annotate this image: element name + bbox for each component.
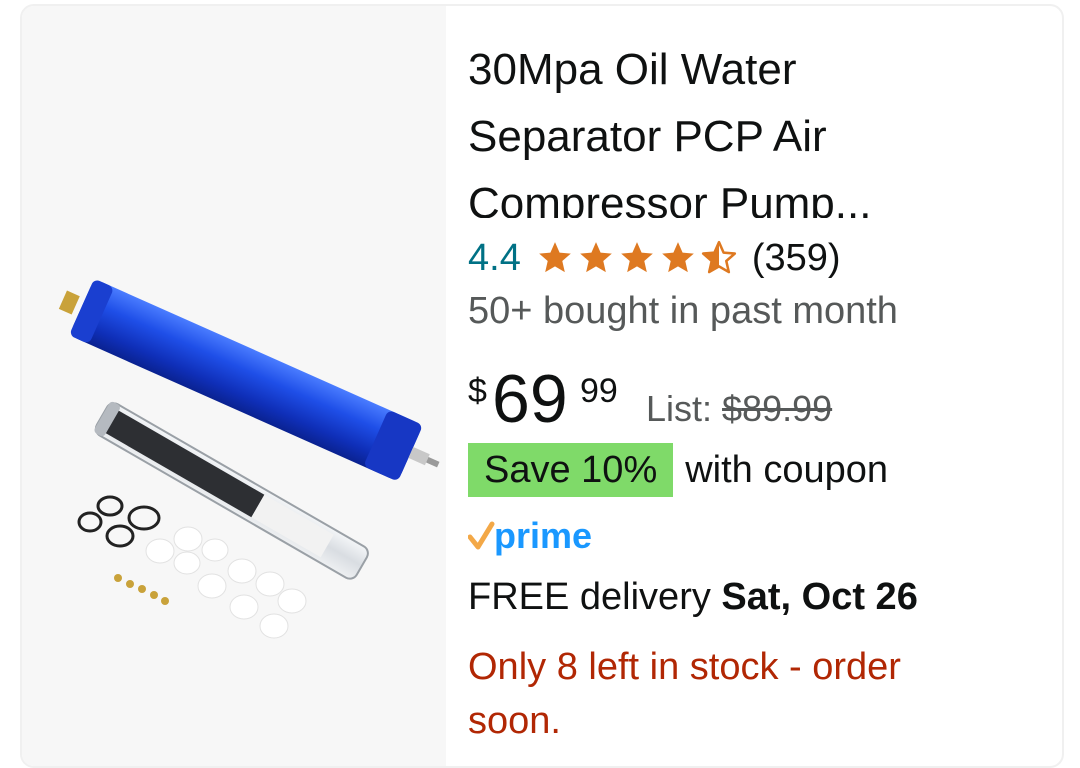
- price-whole: 69: [492, 361, 568, 437]
- star-icon: [538, 242, 571, 273]
- rating-value[interactable]: 4.4: [468, 237, 521, 280]
- prime-badge: prime: [467, 514, 618, 560]
- product-photo: [58, 280, 440, 639]
- half-star-icon: [701, 240, 736, 274]
- product-image[interactable]: [22, 6, 446, 766]
- list-price-value: $89.99: [722, 388, 833, 429]
- list-price-label: List:: [646, 388, 723, 429]
- delivery-prefix: FREE delivery: [468, 576, 722, 618]
- star-icon: [579, 242, 612, 273]
- product-card[interactable]: 30Mpa Oil Water Separator PCP Air Compre…: [20, 4, 1064, 768]
- price-symbol: $: [468, 372, 487, 410]
- delivery-date: Sat, Oct 26: [721, 576, 918, 618]
- review-count[interactable]: (359): [752, 237, 841, 280]
- rating-row[interactable]: 4.4 (359): [468, 232, 841, 284]
- delivery-info: FREE delivery Sat, Oct 26: [468, 576, 918, 619]
- stock-status: Only 8 left in stock - order soon.: [468, 646, 901, 742]
- product-title[interactable]: 30Mpa Oil Water Separator PCP Air Compre…: [468, 36, 938, 218]
- bought-in-past-month: 50+ bought in past month: [468, 290, 898, 332]
- coupon-row[interactable]: Save 10% with coupon: [468, 442, 888, 498]
- check-icon: [467, 521, 495, 550]
- star-rating[interactable]: [535, 239, 740, 277]
- coupon-badge[interactable]: Save 10%: [468, 443, 674, 497]
- star-icon: [661, 242, 694, 273]
- list-price: List: $89.99: [646, 388, 832, 430]
- star-icon: [620, 242, 653, 273]
- price-fraction: 99: [580, 372, 618, 410]
- prime-label: prime: [494, 515, 592, 556]
- coupon-text: with coupon: [685, 448, 889, 491]
- prime-logo: prime: [467, 515, 592, 556]
